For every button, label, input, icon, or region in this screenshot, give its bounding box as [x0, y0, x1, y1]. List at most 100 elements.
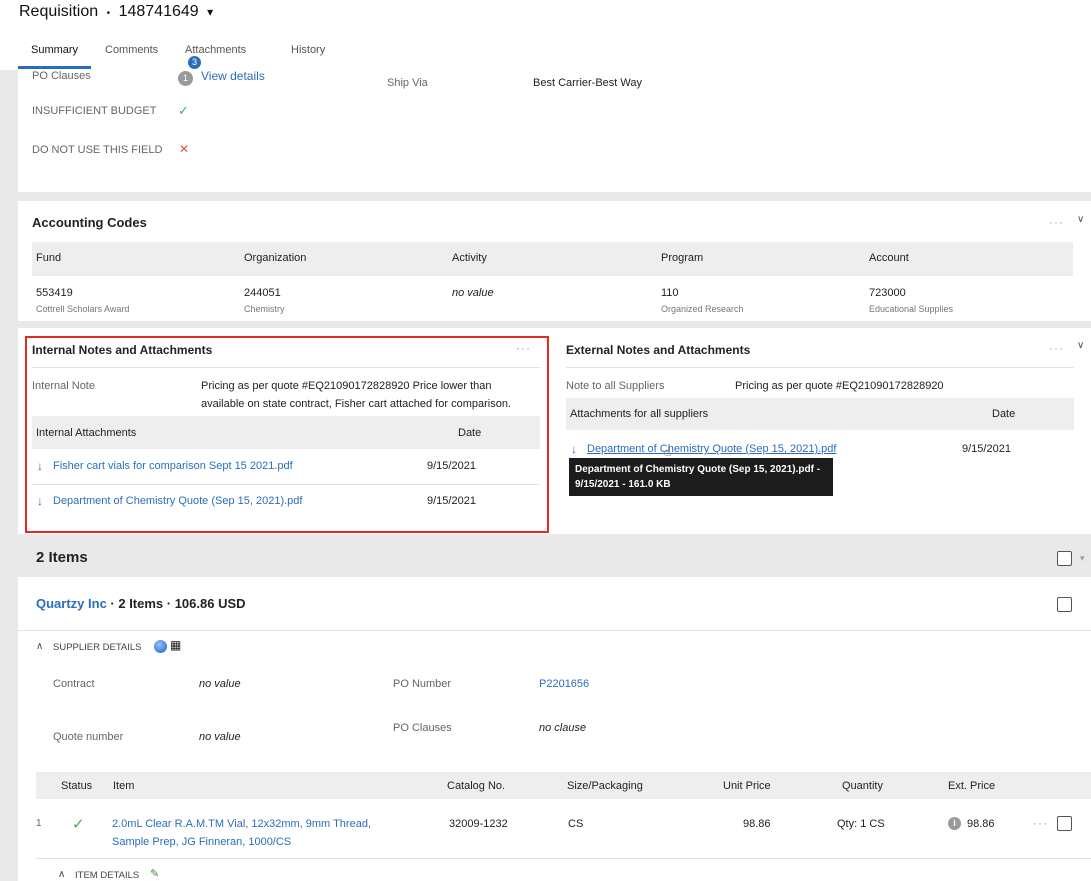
- external-more-options-icon[interactable]: ···: [1049, 341, 1064, 355]
- quantity: Qty: 1 CS: [837, 818, 885, 830]
- item-name-link[interactable]: 2.0mL Clear R.A.M.TM Vial, 12x32mm, 9mm …: [112, 818, 371, 830]
- ship-via-value: Best Carrier-Best Way: [533, 77, 643, 89]
- contract-value: no value: [199, 678, 241, 690]
- row-index: 1: [36, 818, 42, 829]
- download-icon[interactable]: ↓: [571, 442, 577, 456]
- info-icon[interactable]: i: [948, 817, 961, 830]
- col-program: Program: [661, 252, 704, 264]
- ext-price: 98.86: [967, 818, 995, 830]
- attachment-tooltip: Department of Chemistry Quote (Sep 15, 2…: [569, 458, 833, 496]
- divider: [566, 367, 1074, 368]
- col-size: Size/Packaging: [567, 780, 643, 792]
- requisition-number: 148741649: [118, 3, 199, 20]
- internal-note-label: Internal Note: [32, 380, 95, 392]
- globe-icon[interactable]: [154, 640, 167, 653]
- item-po-clauses-value: no clause: [539, 722, 587, 734]
- external-attachment-link[interactable]: Department of Chemistry Quote (Sep 15, 2…: [587, 443, 836, 455]
- active-tab-indicator: [18, 66, 91, 69]
- external-chevron-down-icon[interactable]: ∨: [1077, 340, 1084, 351]
- program-value: 110: [661, 287, 679, 299]
- chevron-up-icon[interactable]: ∧: [36, 641, 43, 652]
- po-number-link[interactable]: P2201656: [539, 678, 589, 690]
- tab-history[interactable]: History: [291, 44, 325, 56]
- tab-attachments[interactable]: Attachments3: [185, 44, 246, 69]
- fund-value: 553419: [36, 287, 73, 299]
- internal-note-line2: available on state contract, Fisher cart…: [201, 398, 511, 410]
- accounting-codes-panel: Accounting Codes ··· ∨ Fund Organization…: [18, 201, 1091, 321]
- divider: [32, 484, 540, 485]
- col-catalog: Catalog No.: [447, 780, 506, 792]
- activity-value: no value: [452, 287, 494, 299]
- general-info-panel: PO Clauses 1 View details Ship Via Best …: [18, 69, 1091, 192]
- edit-note-icon[interactable]: ✎: [150, 867, 159, 880]
- po-clauses-count-badge: 1: [178, 71, 193, 86]
- view-details-link[interactable]: View details: [201, 69, 265, 83]
- item-po-clauses-label: PO Clauses: [393, 722, 452, 734]
- row-checkbox[interactable]: [1057, 816, 1072, 831]
- col-item: Item: [113, 780, 135, 792]
- col-ext-price: Ext. Price: [948, 780, 996, 792]
- caret-down-icon[interactable]: ▾: [1080, 553, 1085, 564]
- external-attachment-date: 9/15/2021: [962, 443, 1011, 455]
- po-clauses-label: PO Clauses: [32, 70, 91, 82]
- internal-notes-title: Internal Notes and Attachments: [32, 343, 213, 357]
- item-name-link-line2[interactable]: Sample Prep, JG Finneran, 1000/CS: [112, 836, 291, 848]
- items-table-header: [36, 772, 1091, 799]
- po-number-label: PO Number: [393, 678, 452, 690]
- ship-via-label: Ship Via: [387, 77, 428, 89]
- divider: [36, 858, 1091, 859]
- select-all-checkbox[interactable]: [1057, 551, 1072, 566]
- item-details-chevron-up-icon[interactable]: ∧: [58, 869, 65, 880]
- organization-description: Chemistry: [244, 304, 285, 314]
- caret-down-icon[interactable]: ▾: [207, 5, 213, 19]
- internal-more-options-icon[interactable]: ···: [516, 341, 531, 355]
- internal-date-label: Date: [458, 427, 482, 439]
- check-icon: ✓: [178, 103, 189, 118]
- internal-attachments-label: Internal Attachments: [36, 427, 137, 439]
- status-check-icon: ✓: [72, 816, 85, 833]
- po-clauses-count: 1: [178, 70, 193, 86]
- account-description: Educational Supplies: [869, 304, 954, 314]
- external-attachments-label: Attachments for all suppliers: [570, 408, 709, 420]
- item-details-toggle[interactable]: ITEM DETAILS: [75, 870, 139, 881]
- cross-icon: ✕: [179, 142, 190, 156]
- do-not-use-label: DO NOT USE THIS FIELD: [32, 144, 163, 156]
- supplier-header: Quartzy Inc · 2 Items · 106.86 USD: [36, 596, 246, 611]
- supplier-details-toggle[interactable]: SUPPLIER DETAILS: [53, 642, 142, 653]
- page-title: Requisition • 148741649 ▾: [19, 3, 213, 21]
- external-notes-title: External Notes and Attachments: [566, 343, 751, 357]
- internal-attachment-link-2[interactable]: Department of Chemistry Quote (Sep 15, 2…: [53, 495, 302, 507]
- download-icon[interactable]: ↓: [37, 494, 43, 508]
- internal-attachment-date-2: 9/15/2021: [427, 495, 476, 507]
- chevron-down-icon[interactable]: ∨: [1077, 214, 1084, 225]
- directory-icon[interactable]: ▦: [170, 638, 181, 652]
- download-icon[interactable]: ↓: [37, 459, 43, 473]
- divider: [18, 630, 1091, 631]
- col-status: Status: [61, 780, 93, 792]
- accounting-codes-title: Accounting Codes: [32, 215, 147, 230]
- program-description: Organized Research: [661, 304, 744, 314]
- fund-description: Cottrell Scholars Award: [36, 304, 130, 314]
- organization-value: 244051: [244, 287, 281, 299]
- external-date-label: Date: [992, 408, 1016, 420]
- supplier-checkbox[interactable]: [1057, 597, 1072, 612]
- col-unit-price: Unit Price: [723, 780, 771, 792]
- title-separator: •: [106, 8, 111, 19]
- more-options-icon[interactable]: ···: [1049, 215, 1064, 229]
- unit-price: 98.86: [743, 818, 771, 830]
- supplier-summary: · 2 Items · 106.86 USD: [106, 596, 246, 611]
- internal-attachment-link-1[interactable]: Fisher cart vials for comparison Sept 15…: [53, 460, 293, 472]
- row-more-options-icon[interactable]: ···: [1033, 816, 1048, 830]
- external-note-label: Note to all Suppliers: [566, 380, 665, 392]
- quote-number-label: Quote number: [53, 731, 124, 743]
- title-text: Requisition: [19, 3, 99, 20]
- internal-attachment-date-1: 9/15/2021: [427, 460, 476, 472]
- quote-number-value: no value: [199, 731, 241, 743]
- supplier-name-link[interactable]: Quartzy Inc: [36, 596, 107, 611]
- tooltip-line2: 9/15/2021 - 161.0 KB: [575, 479, 671, 490]
- tab-summary[interactable]: Summary: [31, 44, 78, 56]
- catalog-number: 32009-1232: [449, 818, 508, 830]
- insufficient-budget-label: INSUFFICIENT BUDGET: [32, 105, 157, 117]
- internal-note-line1: Pricing as per quote #EQ21090172828920 P…: [201, 380, 492, 392]
- tab-comments[interactable]: Comments: [105, 44, 158, 56]
